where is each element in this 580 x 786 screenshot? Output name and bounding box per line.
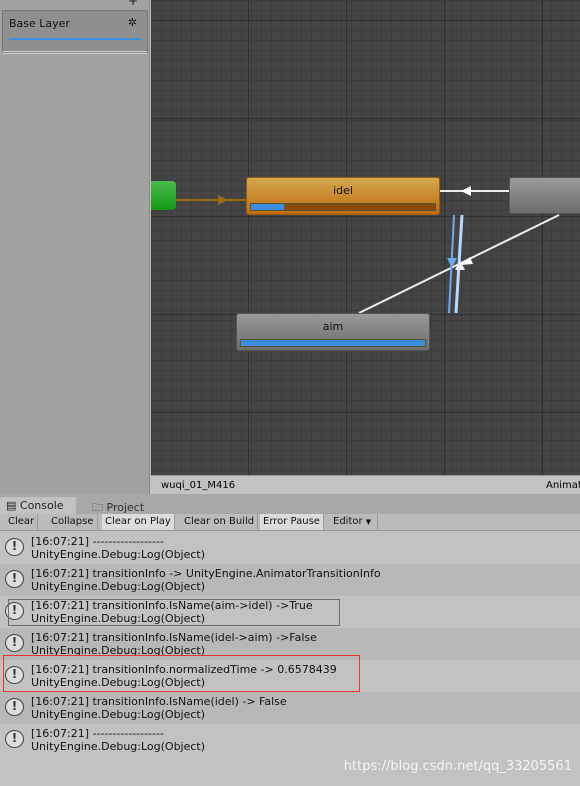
- layers-panel: + Base Layer ✲: [0, 0, 150, 494]
- clear-button[interactable]: Clear: [5, 514, 39, 530]
- tab-console[interactable]: ▤ Console: [0, 497, 76, 514]
- info-icon: !: [5, 634, 24, 652]
- state-label: idel: [333, 184, 353, 197]
- error-pause-toggle[interactable]: Error Pause: [260, 514, 324, 530]
- arrow-icon: [218, 195, 228, 205]
- state-node-right[interactable]: r: [509, 177, 580, 214]
- log-entry[interactable]: ! [16:07:21] ------------------ UnityEngin…: [0, 532, 580, 564]
- log-entry[interactable]: ! [16:07:21] transitionInfo -> UnityEngin…: [0, 564, 580, 596]
- log-message: [16:07:21] transitionInfo.IsName(idel) -…: [31, 695, 287, 708]
- clear-on-build-toggle[interactable]: Clear on Build: [181, 514, 259, 530]
- log-message: [16:07:21] ------------------: [31, 727, 164, 740]
- entry-node[interactable]: [151, 181, 176, 210]
- log-message: [16:07:21] ------------------: [31, 535, 164, 548]
- tab-bar: ▤ Console 🗀 Project: [0, 494, 580, 514]
- controller-name: wuqi_01_M416: [161, 480, 236, 491]
- console-toolbar: Clear Collapse Clear on Play Clear on Bu…: [0, 514, 580, 531]
- animator-graph[interactable]: idel aim r: [151, 0, 580, 475]
- clear-on-play-toggle[interactable]: Clear on Play: [102, 514, 175, 530]
- footer-right-label: Animat: [546, 480, 580, 491]
- log-stack: UnityEngine.Debug:Log(Object): [31, 708, 206, 721]
- tab-label: Project: [106, 501, 145, 514]
- plus-icon[interactable]: +: [128, 0, 138, 8]
- layer-item-base[interactable]: Base Layer ✲: [2, 10, 148, 54]
- highlight-box: [8, 599, 340, 626]
- graph-footer: wuqi_01_M416 Animat: [151, 475, 580, 494]
- log-stack: UnityEngine.Debug:Log(Object): [31, 580, 206, 593]
- highlight-box-red: [3, 655, 360, 692]
- transitions: [176, 186, 560, 314]
- state-node-aim[interactable]: aim: [236, 313, 430, 351]
- tab-label: Console: [19, 499, 64, 512]
- watermark: https://blog.csdn.net/qq_33205561: [343, 759, 572, 774]
- state-progress: [240, 339, 426, 347]
- log-stack: UnityEngine.Debug:Log(Object): [31, 548, 206, 561]
- layer-weight-bar: [9, 38, 141, 40]
- log-entry[interactable]: ! [16:07:21] ------------------ UnityEngin…: [0, 724, 580, 756]
- info-icon: !: [5, 698, 24, 716]
- gear-icon[interactable]: ✲: [128, 16, 137, 29]
- console-log[interactable]: ! [16:07:21] ------------------ UnityEngin…: [0, 532, 580, 756]
- state-progress: [250, 203, 436, 211]
- info-icon: !: [5, 538, 24, 556]
- folder-icon: 🗀: [92, 501, 107, 514]
- info-icon: !: [5, 570, 24, 588]
- arrow-icon: [461, 186, 471, 196]
- log-message: [16:07:21] transitionInfo.IsName(idel->a…: [31, 631, 317, 644]
- editor-dropdown[interactable]: Editor ▼: [330, 514, 379, 530]
- log-message: [16:07:21] transitionInfo -> UnityEngine…: [31, 567, 381, 580]
- layer-name: Base Layer: [9, 17, 70, 30]
- log-stack: UnityEngine.Debug:Log(Object): [31, 740, 206, 753]
- state-label: aim: [322, 320, 344, 333]
- chevron-down-icon: ▼: [365, 518, 372, 526]
- log-entry[interactable]: ! [16:07:21] transitionInfo.IsName(idel) …: [0, 692, 580, 724]
- console-icon: ▤: [6, 499, 20, 512]
- collapse-button[interactable]: Collapse: [48, 514, 98, 530]
- state-node-idel[interactable]: idel: [246, 177, 440, 215]
- info-icon: !: [5, 730, 24, 748]
- tab-project[interactable]: 🗀 Project: [86, 497, 150, 514]
- editor-label: Editor: [333, 516, 363, 527]
